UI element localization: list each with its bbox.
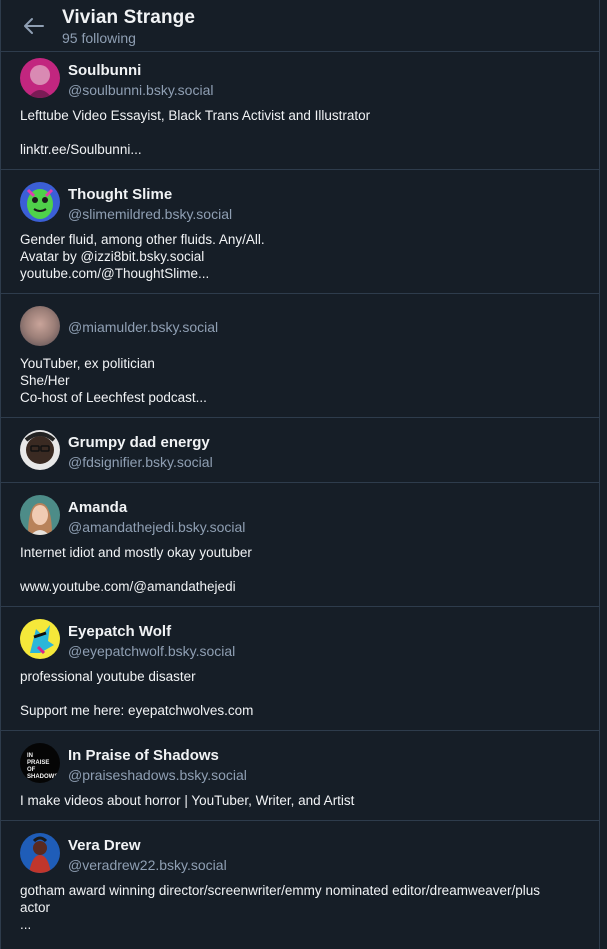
display-name: Grumpy dad energy	[68, 434, 210, 451]
list-item[interactable]: Soulbunni @soulbunni.bsky.social Lefttub…	[1, 52, 599, 170]
avatar[interactable]	[20, 58, 60, 98]
handle: @veradrew22.bsky.social	[68, 857, 227, 873]
bio: professional youtube disaster Support me…	[20, 669, 254, 718]
arrow-left-icon	[24, 18, 44, 34]
following-count: 95 following	[62, 30, 136, 46]
svg-text:IN: IN	[27, 753, 33, 759]
display-name: Soulbunni	[68, 62, 142, 79]
avatar[interactable]	[20, 430, 60, 470]
handle: @praiseshadows.bsky.social	[68, 767, 247, 783]
display-name: Eyepatch Wolf	[68, 623, 172, 640]
display-name: Vera Drew	[68, 837, 141, 854]
following-screen: Vivian Strange 95 following Soulbunni @s…	[0, 0, 600, 949]
display-name: Amanda	[68, 499, 128, 516]
list-item[interactable]: Vera Drew @veradrew22.bsky.social gotham…	[1, 821, 599, 949]
bio: Gender fluid, among other fluids. Any/Al…	[20, 232, 265, 281]
back-button[interactable]	[21, 13, 47, 39]
list-item[interactable]: Grumpy dad energy @fdsignifier.bsky.soci…	[1, 418, 599, 483]
bio: Internet idiot and mostly okay youtuber …	[20, 545, 252, 594]
svg-text:PRAISE: PRAISE	[27, 760, 49, 766]
handle: @amandathejedi.bsky.social	[68, 519, 246, 535]
page-title: Vivian Strange	[62, 7, 196, 28]
avatar[interactable]	[20, 306, 60, 346]
avatar[interactable]	[20, 619, 60, 659]
handle: @fdsignifier.bsky.social	[68, 454, 213, 470]
display-name: Thought Slime	[68, 186, 173, 203]
list-item[interactable]: @miamulder.bsky.social YouTuber, ex poli…	[1, 294, 599, 418]
handle: @soulbunni.bsky.social	[68, 82, 214, 98]
list-item[interactable]: Amanda @amandathejedi.bsky.social Intern…	[1, 483, 599, 607]
bio: gotham award winning director/screenwrit…	[20, 883, 540, 932]
handle: @slimemildred.bsky.social	[68, 206, 233, 222]
svg-text:OF: OF	[27, 767, 36, 773]
svg-text:SHADOWS: SHADOWS	[27, 774, 58, 780]
handle: @eyepatchwolf.bsky.social	[68, 643, 236, 659]
avatar[interactable]	[20, 495, 60, 535]
avatar[interactable]	[20, 182, 60, 222]
page-header: Vivian Strange 95 following	[1, 0, 599, 52]
avatar[interactable]: IN PRAISE OF SHADOWS	[20, 743, 60, 783]
bio: I make videos about horror | YouTuber, W…	[20, 793, 355, 808]
avatar[interactable]	[20, 833, 60, 873]
list-item[interactable]: Thought Slime @slimemildred.bsky.social …	[1, 170, 599, 294]
list-item[interactable]: IN PRAISE OF SHADOWS In Praise of Shadow…	[1, 731, 599, 821]
logo: IN PRAISE OF SHADOWS	[20, 743, 60, 783]
bio: YouTuber, ex politician She/Her Co-host …	[20, 356, 207, 405]
display-name: In Praise of Shadows	[68, 747, 219, 764]
following-list: Soulbunni @soulbunni.bsky.social Lefttub…	[1, 52, 599, 949]
list-item[interactable]: Eyepatch Wolf @eyepatchwolf.bsky.social …	[1, 607, 599, 731]
bio: Lefttube Video Essayist, Black Trans Act…	[20, 108, 371, 157]
handle: @miamulder.bsky.social	[68, 319, 219, 335]
